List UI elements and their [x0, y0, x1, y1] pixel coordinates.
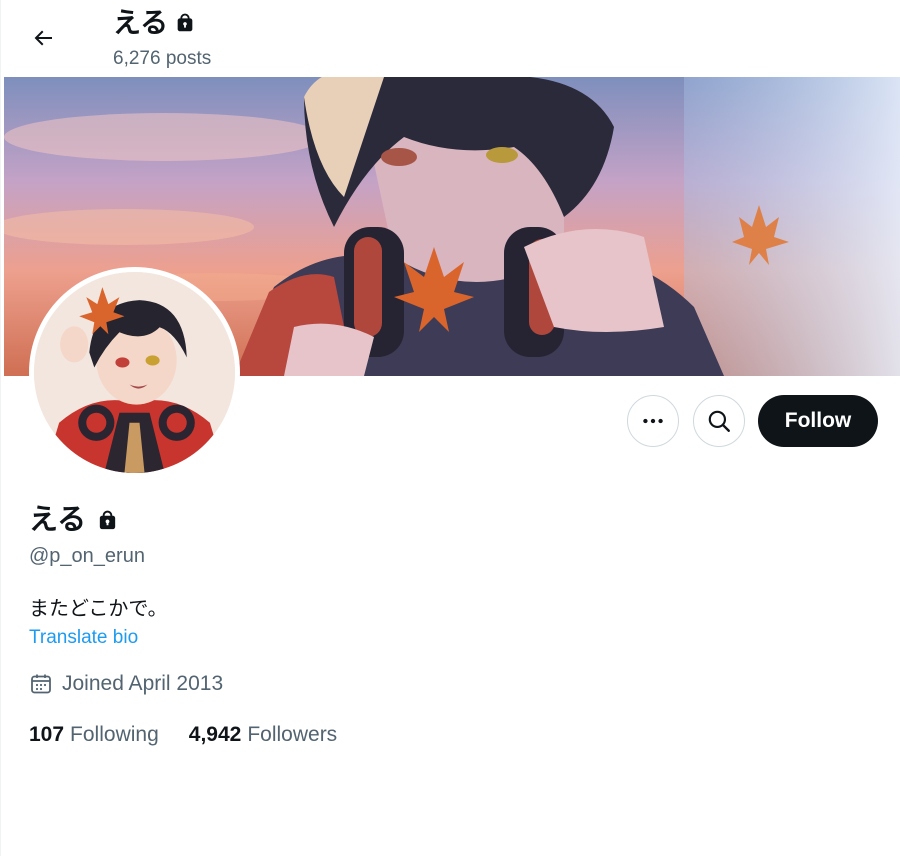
followers-link[interactable]: 4,942 Followers: [189, 723, 337, 747]
calendar-icon: [31, 674, 51, 694]
avatar-illustration: [34, 272, 235, 473]
profile-bio: またどこかで。: [29, 598, 168, 620]
following-link[interactable]: 107 Following: [29, 723, 159, 747]
search-button[interactable]: [693, 395, 745, 447]
follow-stats: 107 Following 4,942 Followers: [29, 723, 337, 747]
lock-icon: [177, 13, 193, 32]
profile-handle: @p_on_erun: [29, 545, 145, 567]
search-icon: [708, 410, 730, 432]
display-name-text: える: [29, 504, 87, 536]
profile-header-bar: える 6,276 posts: [1, 0, 900, 77]
post-count: 6,276 posts: [113, 48, 212, 69]
following-count: 107: [29, 723, 65, 746]
more-button[interactable]: [627, 395, 679, 447]
profile-avatar[interactable]: [29, 267, 240, 478]
followers-count: 4,942: [188, 723, 242, 746]
more-icon: [643, 418, 663, 424]
profile-display-name: える: [29, 503, 119, 537]
header-display-name: える: [113, 6, 196, 40]
joined-date: Joined April 2013: [29, 672, 223, 696]
profile-page: える 6,276 posts Follow える @p_on_erun またどこ…: [0, 0, 900, 856]
lock-icon: [99, 510, 116, 529]
follow-button[interactable]: Follow: [758, 395, 878, 447]
avatar-image: [34, 272, 235, 473]
translate-bio-link[interactable]: Translate bio: [29, 627, 138, 649]
followers-label: Followers: [247, 723, 338, 746]
joined-text: Joined April 2013: [62, 672, 224, 695]
arrow-left-icon: [34, 30, 52, 46]
following-label: Following: [70, 723, 159, 746]
back-button[interactable]: [23, 18, 63, 58]
header-name-text: える: [113, 7, 169, 38]
